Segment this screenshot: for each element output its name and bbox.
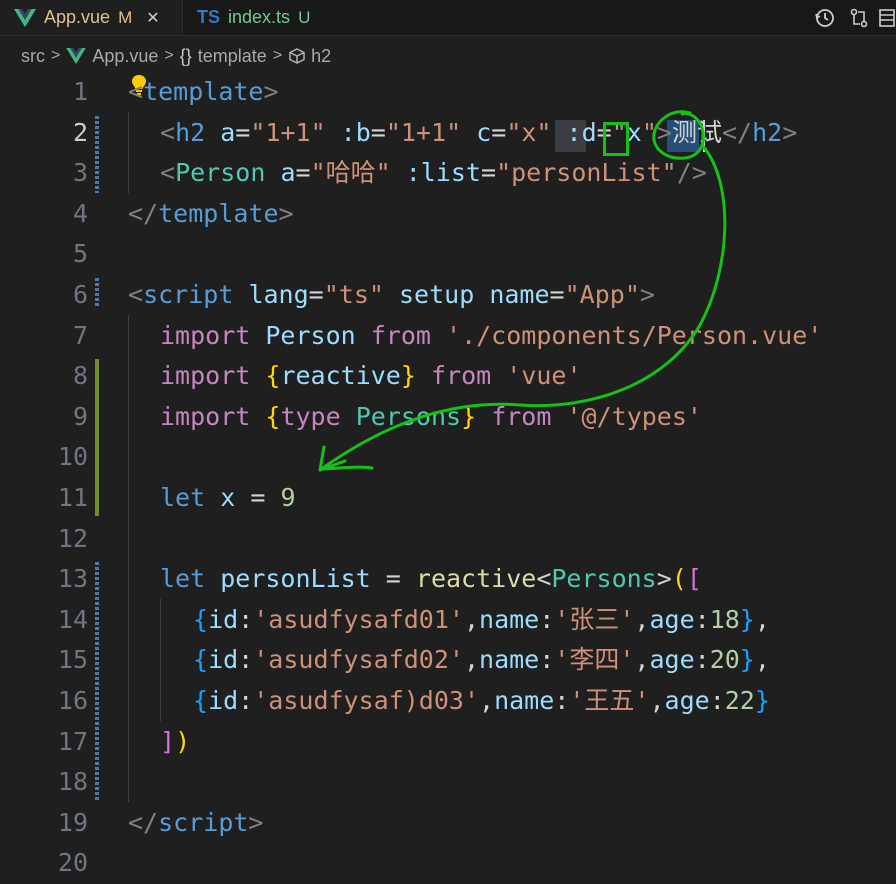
annotation-circle [652,110,705,160]
annotation-overlay [318,110,727,472]
arrow-head-tail [320,465,374,471]
annotation-arrow [318,144,727,472]
